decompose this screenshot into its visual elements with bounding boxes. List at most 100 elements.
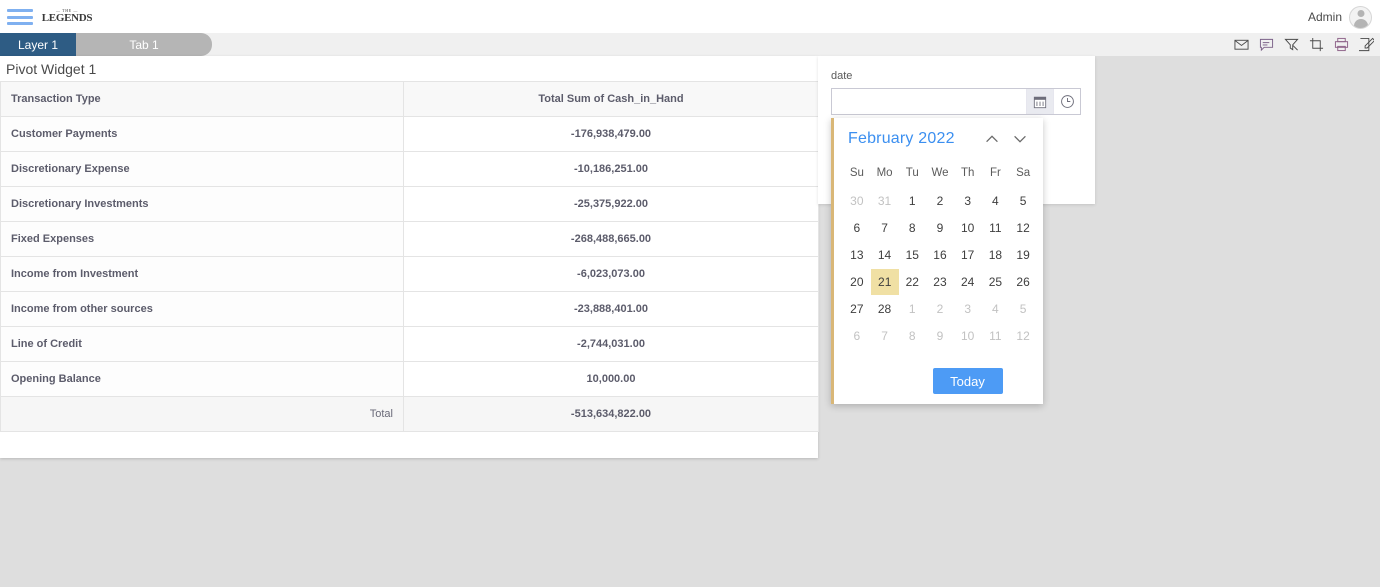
cell-total-sum: 10,000.00 [403,361,819,397]
filter-icon[interactable] [1284,37,1299,52]
comment-icon[interactable] [1259,37,1274,52]
clock-icon[interactable] [1053,89,1080,114]
app-logo[interactable]: — THE — LEGENDS [41,2,93,30]
calendar-day[interactable]: 10 [954,322,982,349]
crop-icon[interactable] [1309,37,1324,52]
calendar-day[interactable]: 8 [898,214,926,241]
calendar-day[interactable]: 24 [954,268,982,295]
calendar-day[interactable]: 23 [926,268,954,295]
calendar-day[interactable]: 11 [982,214,1010,241]
calendar-day[interactable]: 10 [954,214,982,241]
column-header-total-sum[interactable]: Total Sum of Cash_in_Hand [403,81,819,117]
calendar-day[interactable]: 26 [1009,268,1037,295]
calendar-day[interactable]: 15 [898,241,926,268]
calendar-grid: Su Mo Tu We Th Fr Sa 30 31 1 2 3 4 5 6 7 8 9 10 11 12 13 14 15… [843,158,1037,349]
calendar-day[interactable]: 2 [926,187,954,214]
calendar-day[interactable]: 27 [843,295,871,322]
table-row[interactable]: Line of Credit -2,744,031.00 [0,326,819,362]
calendar-day[interactable]: 6 [843,322,871,349]
date-input[interactable] [832,89,1026,114]
calendar-footer: Today [834,368,1043,394]
calendar-month-year-label[interactable]: February 2022 [848,130,955,148]
calendar-day[interactable]: 13 [843,241,871,268]
calendar-day[interactable]: 12 [1009,322,1037,349]
calendar-week-row: 27 28 1 2 3 4 5 [843,295,1037,322]
cell-total-sum: -2,744,031.00 [403,326,819,362]
table-row[interactable]: Discretionary Investments -25,375,922.00 [0,186,819,222]
calendar-day[interactable]: 30 [843,187,871,214]
chevron-up-icon[interactable] [983,130,1001,148]
table-row[interactable]: Opening Balance 10,000.00 [0,361,819,397]
tab-layer-1[interactable]: Layer 1 [0,33,76,56]
user-name-label: Admin [1307,10,1342,24]
calendar-day[interactable]: 8 [898,322,926,349]
calendar-day[interactable]: 4 [982,295,1010,322]
calendar-day[interactable]: 9 [926,322,954,349]
edit-icon[interactable] [1359,37,1374,52]
user-account-area[interactable]: Admin [1308,5,1372,29]
date-input-group [831,88,1081,115]
calendar-icon[interactable] [1026,89,1053,114]
cell-total-sum: -25,375,922.00 [403,186,819,222]
tab-tab-1[interactable]: Tab 1 [76,33,212,56]
top-header-bar: — THE — LEGENDS Admin [0,0,1380,33]
calendar-day-label: 21 [870,268,899,295]
calendar-day[interactable]: 2 [926,295,954,322]
calendar-weekday: Fr [989,166,1001,179]
calendar-day[interactable]: 7 [871,214,899,241]
cell-total-sum: -268,488,665.00 [403,221,819,257]
calendar-day[interactable]: 6 [843,214,871,241]
cell-total-label: Total [0,396,404,432]
calendar-day[interactable]: 7 [871,322,899,349]
calendar-week-row: 6 7 8 9 10 11 12 [843,214,1037,241]
cell-total-sum: -6,023,073.00 [403,256,819,292]
cell-total-value: -513,634,822.00 [403,396,819,432]
today-button[interactable]: Today [932,368,1003,394]
calendar-day[interactable]: 12 [1009,214,1037,241]
pivot-widget-panel: Pivot Widget 1 Transaction Type Total Su… [0,56,819,458]
chevron-down-icon[interactable] [1011,130,1029,148]
calendar-day[interactable]: 22 [898,268,926,295]
calendar-day[interactable]: 3 [954,295,982,322]
user-avatar-icon[interactable] [1349,5,1372,29]
calendar-weekday: Mo [876,166,893,179]
table-row[interactable]: Fixed Expenses -268,488,665.00 [0,221,819,257]
print-icon[interactable] [1334,37,1349,52]
cell-transaction-type: Customer Payments [0,116,404,152]
calendar-day[interactable]: 1 [898,295,926,322]
pivot-table-body: Customer Payments -176,938,479.00 Discreti… [0,116,819,432]
calendar-day[interactable]: 20 [843,268,871,295]
column-header-transaction-type[interactable]: Transaction Type [0,81,404,117]
calendar-day[interactable]: 9 [926,214,954,241]
calendar-day[interactable]: 3 [954,187,982,214]
calendar-day[interactable]: 31 [871,187,899,214]
table-row[interactable]: Customer Payments -176,938,479.00 [0,116,819,152]
table-row[interactable]: Discretionary Expense -10,186,251.00 [0,151,819,187]
hamburger-icon[interactable] [7,9,33,25]
table-row[interactable]: Income from Investment -6,023,073.00 [0,256,819,292]
calendar-day[interactable]: 14 [871,241,899,268]
calendar-day[interactable]: 17 [954,241,982,268]
calendar-day[interactable]: 5 [1009,187,1037,214]
table-row[interactable]: Income from other sources -23,888,401.00 [0,291,819,327]
calendar-day[interactable]: 28 [871,295,899,322]
cell-transaction-type: Income from Investment [0,256,404,292]
calendar-day[interactable]: 4 [982,187,1010,214]
mail-icon[interactable] [1234,37,1249,52]
date-field-label: date [831,70,853,82]
table-total-row: Total -513,634,822.00 [0,396,819,432]
calendar-day[interactable]: 1 [898,187,926,214]
cell-transaction-type: Discretionary Investments [0,186,404,222]
calendar-day[interactable]: 11 [982,322,1010,349]
tab-toolbar-row: Layer 1 Tab 1 [0,33,1380,56]
calendar-day[interactable]: 25 [982,268,1010,295]
calendar-day-selected[interactable]: 21 [870,268,899,295]
hamburger-bar [7,15,33,19]
calendar-day[interactable]: 16 [926,241,954,268]
cell-total-sum: -176,938,479.00 [403,116,819,152]
calendar-weekday: Tu [905,166,919,179]
calendar-day[interactable]: 18 [982,241,1010,268]
calendar-day[interactable]: 5 [1009,295,1037,322]
cell-transaction-type: Fixed Expenses [0,221,404,257]
calendar-day[interactable]: 19 [1009,241,1037,268]
